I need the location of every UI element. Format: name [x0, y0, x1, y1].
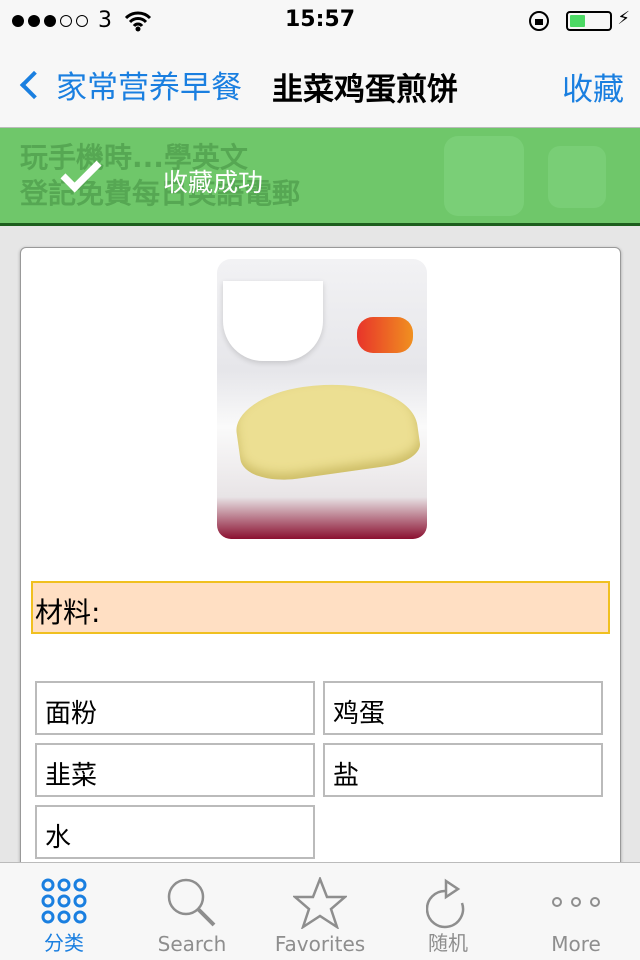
refresh-icon: [426, 878, 465, 929]
tab-label: Favorites: [274, 932, 366, 956]
phone-icon: [548, 146, 606, 208]
search-icon: [167, 878, 216, 927]
rotation-lock-icon: [529, 11, 549, 31]
page-title: 韭菜鸡蛋煎饼: [272, 72, 458, 108]
tab-label: Search: [157, 932, 227, 956]
tab-random[interactable]: 随机: [384, 863, 512, 960]
tab-label: More: [551, 932, 601, 956]
tab-search[interactable]: Search: [128, 863, 256, 960]
ingredient-item: 面粉: [35, 681, 315, 735]
toast-message: 收藏成功: [163, 168, 264, 197]
tab-favorites[interactable]: Favorites: [256, 863, 384, 960]
chevron-left-icon: [19, 70, 49, 99]
recipe-photo: [217, 259, 427, 539]
star-icon: [293, 877, 347, 929]
ingredient-item: 鸡蛋: [323, 681, 603, 735]
recipe-card: 材料: 面粉 鸡蛋 韭菜 盐 水: [20, 247, 621, 887]
more-icon: [552, 897, 600, 907]
ingredient-item: 盐: [323, 743, 603, 797]
tab-bar: 分类 Search Favorites 随机 More: [0, 862, 640, 960]
battery-icon: [566, 11, 612, 31]
ad-banner[interactable]: 玩手機時...學英文 登記免費每日英語電郵 收藏成功: [0, 128, 640, 226]
section-header: 材料:: [31, 581, 610, 634]
tab-category[interactable]: 分类: [0, 863, 128, 960]
charging-icon: ⚡: [617, 8, 630, 29]
tab-label: 随机: [428, 931, 468, 955]
ingredient-item: 水: [35, 805, 315, 859]
tab-label: 分类: [44, 931, 84, 955]
navigation-bar: 家常营养早餐 韭菜鸡蛋煎饼 收藏: [0, 40, 640, 128]
back-label: 家常营养早餐: [56, 70, 242, 106]
ingredient-item: 韭菜: [35, 743, 315, 797]
tab-more[interactable]: More: [512, 863, 640, 960]
grid-icon: [41, 878, 87, 924]
status-bar: 3 15:57 ⚡: [0, 0, 640, 40]
mail-icon: [444, 136, 524, 216]
favorite-button[interactable]: 收藏: [562, 64, 624, 109]
back-button[interactable]: 家常营养早餐: [14, 62, 242, 107]
